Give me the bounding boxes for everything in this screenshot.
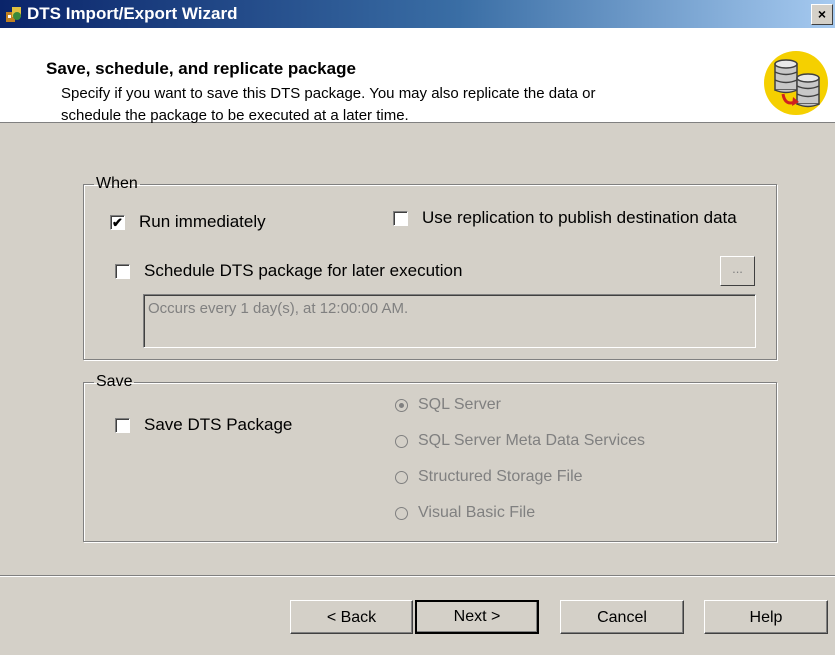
dts-wizard-icon xyxy=(6,7,21,22)
help-button[interactable]: Help xyxy=(704,600,828,634)
run-immediately-check[interactable]: ✔ xyxy=(110,214,125,230)
radio-label: Visual Basic File xyxy=(418,504,536,521)
save-package-label: Save DTS Package xyxy=(144,415,293,434)
schedule-text-field[interactable]: Occurs every 1 day(s), at 12:00:00 AM. xyxy=(143,294,756,348)
radio-label: SQL Server xyxy=(418,396,501,413)
run-immediately-checkbox[interactable]: ✔ Run immediately xyxy=(110,212,266,232)
run-immediately-label: Run immediately xyxy=(139,212,266,231)
description-line: schedule the package to be executed at a… xyxy=(61,107,409,124)
wizard-header: Save, schedule, and replicate package Sp… xyxy=(0,28,835,124)
schedule-checkbox[interactable]: Schedule DTS package for later execution xyxy=(115,261,462,281)
radio-visual-basic[interactable]: Visual Basic File xyxy=(395,504,535,522)
close-button[interactable]: × xyxy=(811,4,833,25)
schedule-ellipsis-button[interactable]: ... xyxy=(720,256,755,286)
use-replication-label: Use replication to publish destination d… xyxy=(422,208,737,227)
radio-label: Structured Storage File xyxy=(418,468,583,485)
cancel-button[interactable]: Cancel xyxy=(560,600,684,634)
save-package-check[interactable] xyxy=(115,417,130,433)
footer-separator xyxy=(0,575,835,577)
radio-structured-storage[interactable]: Structured Storage File xyxy=(395,468,583,486)
close-icon: × xyxy=(817,6,827,22)
radio-dot[interactable] xyxy=(395,470,408,484)
radio-dot[interactable] xyxy=(395,434,408,448)
radio-dot-selected[interactable] xyxy=(395,398,408,412)
use-replication-check[interactable] xyxy=(393,210,408,226)
schedule-check[interactable] xyxy=(115,263,130,279)
radio-label: SQL Server Meta Data Services xyxy=(418,432,646,449)
radio-sql-server[interactable]: SQL Server xyxy=(395,396,501,414)
save-package-checkbox[interactable]: Save DTS Package xyxy=(115,415,292,435)
database-icon xyxy=(764,51,828,115)
next-button[interactable]: Next > xyxy=(415,600,539,634)
back-button[interactable]: < Back xyxy=(290,600,413,634)
schedule-label: Schedule DTS package for later execution xyxy=(144,261,463,280)
page-description: Specify if you want to save this DTS pac… xyxy=(61,83,761,127)
radio-meta-data-services[interactable]: SQL Server Meta Data Services xyxy=(395,432,645,450)
title-bar: DTS Import/Export Wizard × xyxy=(0,0,835,28)
save-legend: Save xyxy=(96,373,133,390)
page-title: Save, schedule, and replicate package xyxy=(46,59,356,78)
use-replication-checkbox[interactable]: Use replication to publish destination d… xyxy=(393,208,737,228)
description-line: Specify if you want to save this DTS pac… xyxy=(61,85,596,102)
when-legend: When xyxy=(96,175,138,192)
radio-dot[interactable] xyxy=(395,506,408,520)
window-title: DTS Import/Export Wizard xyxy=(27,4,238,23)
